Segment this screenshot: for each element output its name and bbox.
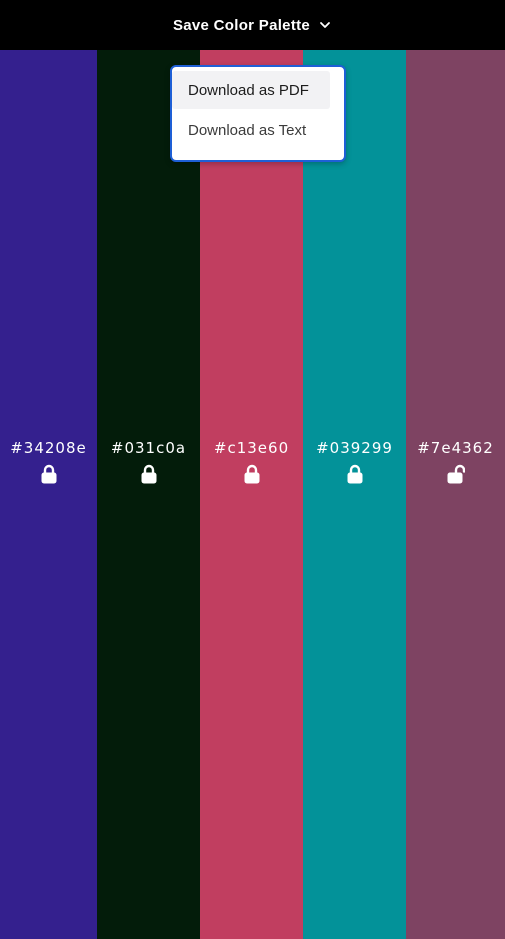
menu-item-download-text[interactable]: Download as Text xyxy=(172,111,330,149)
color-hex-label: #7e4362 xyxy=(417,439,494,457)
lock-icon[interactable] xyxy=(243,464,261,484)
lock-icon[interactable] xyxy=(140,464,158,484)
unlock-icon[interactable] xyxy=(447,464,465,484)
color-hex-label: #039299 xyxy=(316,439,393,457)
save-palette-button[interactable]: Save Color Palette xyxy=(173,17,332,34)
color-hex-label: #031c0a xyxy=(110,439,187,457)
chevron-down-icon xyxy=(320,22,330,28)
color-swatch[interactable]: #031c0a xyxy=(97,50,200,939)
color-hex-label: #34208e xyxy=(10,439,87,457)
menu-item-label: Download as Text xyxy=(188,121,307,139)
color-swatch[interactable]: #7e4362 xyxy=(406,50,505,939)
save-options-menu: Download as PDF Download as Text xyxy=(170,65,346,162)
color-swatch[interactable]: #c13e60 xyxy=(200,50,303,939)
menu-item-label: Download as PDF xyxy=(188,81,309,99)
save-palette-label: Save Color Palette xyxy=(172,16,311,34)
lock-icon[interactable] xyxy=(40,464,58,484)
color-hex-label: #c13e60 xyxy=(213,439,290,457)
color-palette: #34208e #031c0a #c13e60 #039299 #7e4362 xyxy=(0,50,505,939)
color-swatch[interactable]: #34208e xyxy=(0,50,97,939)
color-swatch[interactable]: #039299 xyxy=(303,50,406,939)
menu-item-download-pdf[interactable]: Download as PDF xyxy=(172,71,330,109)
top-bar: Save Color Palette xyxy=(0,0,505,50)
lock-icon[interactable] xyxy=(346,464,364,484)
